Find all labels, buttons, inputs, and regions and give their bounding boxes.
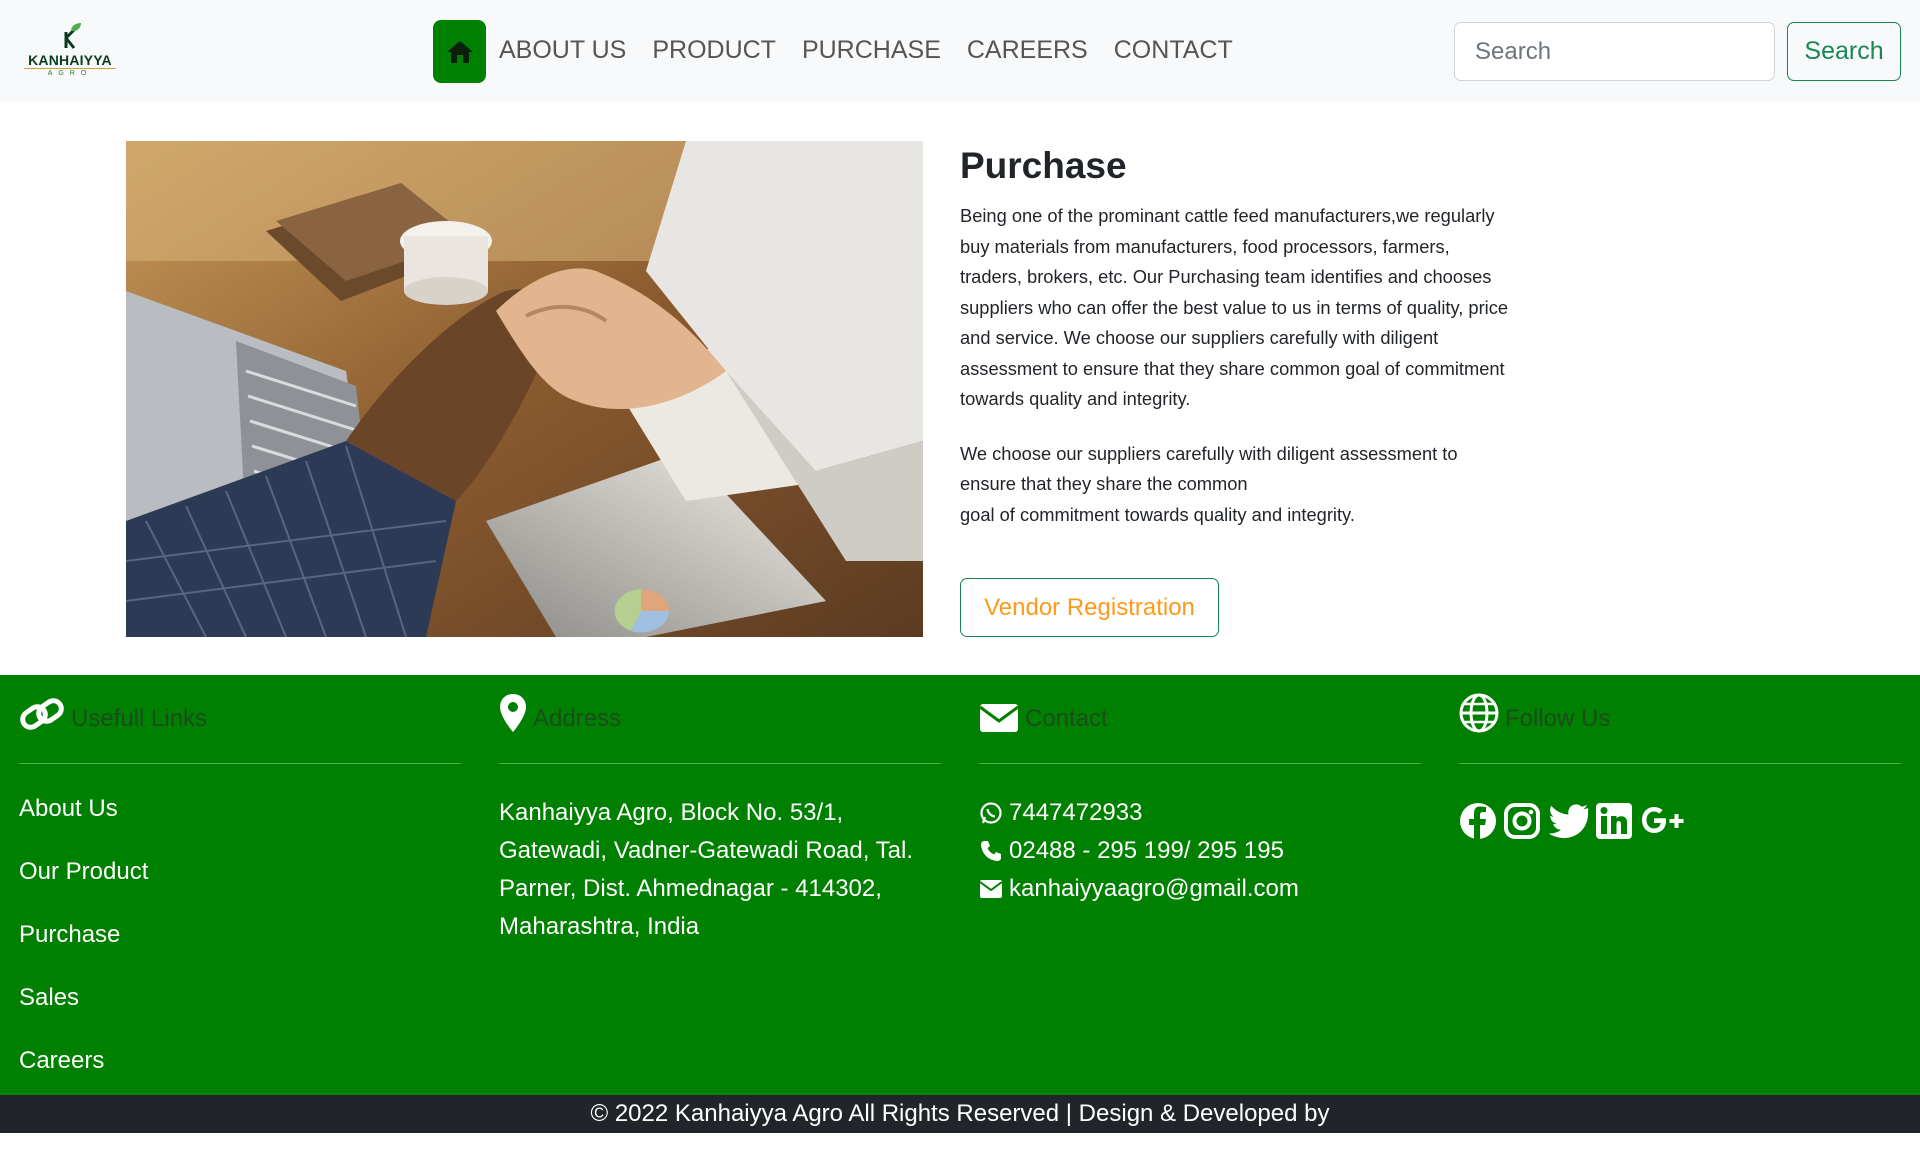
phone-icon: [981, 841, 1001, 861]
footer-contact-column: Contact 7447472933 02488 - 295 199/ 295 …: [979, 689, 1421, 908]
purchase-section: Purchase Being one of the prominant catt…: [960, 141, 1515, 554]
vendor-registration-button[interactable]: Vendor Registration: [960, 578, 1219, 637]
footer-links-column: Usefull Links About Us Our Product Purch…: [19, 689, 461, 1109]
envelope-icon: [979, 704, 1019, 732]
nav-contact[interactable]: CONTACT: [1114, 36, 1233, 65]
nav-purchase[interactable]: PURCHASE: [802, 36, 941, 65]
footer-address-text: Kanhaiyya Agro, Block No. 53/1, Gatewadi…: [499, 799, 914, 940]
google-plus-icon[interactable]: [1639, 803, 1689, 839]
brand-logo[interactable]: KANHAIYYA AGRO: [24, 22, 116, 80]
copyright-bar: © 2022 Kanhaiyya Agro All Rights Reserve…: [0, 1095, 1920, 1133]
facebook-icon[interactable]: [1459, 802, 1497, 840]
footer-link-our-product[interactable]: Our Product: [19, 857, 461, 887]
footer-links-title: Usefull Links: [71, 705, 208, 732]
nav-about-us[interactable]: ABOUT US: [499, 36, 626, 65]
purchase-paragraph-2-line-2: goal of commitment towards quality and i…: [960, 503, 1355, 525]
leaf-logo-icon: [64, 23, 81, 49]
handshake-photo: [126, 141, 923, 637]
footer-link-purchase[interactable]: Purchase: [19, 920, 461, 950]
email-line[interactable]: kanhaiyyaagro@gmail.com: [979, 870, 1421, 908]
divider: [19, 763, 461, 764]
instagram-icon[interactable]: [1503, 802, 1541, 840]
envelope-icon: [979, 880, 1003, 898]
phone-line[interactable]: 02488 - 295 199/ 295 195: [979, 832, 1421, 870]
search-button[interactable]: Search: [1787, 22, 1901, 81]
purchase-paragraph-2-line-1: We choose our suppliers carefully with d…: [960, 442, 1458, 495]
footer-contact-lines: 7447472933 02488 - 295 199/ 295 195 kanh…: [979, 794, 1421, 908]
copyright-text: © 2022 Kanhaiyya Agro All Rights Reserve…: [590, 1100, 1330, 1127]
link-icon: [20, 698, 64, 730]
footer-follow-heading: Follow Us: [1459, 689, 1901, 733]
main-nav: ABOUT US PRODUCT PURCHASE CAREERS CONTAC…: [499, 36, 1233, 65]
footer-address-column: Address Kanhaiyya Agro, Block No. 53/1, …: [499, 689, 941, 946]
phone-number: 02488 - 295 199/ 295 195: [1009, 837, 1284, 864]
purchase-paragraph-2: We choose our suppliers carefully with d…: [960, 439, 1515, 531]
brand-name: KANHAIYYA: [28, 52, 112, 68]
divider: [499, 763, 941, 764]
whatsapp-line[interactable]: 7447472933: [979, 794, 1421, 832]
footer-contact-title: Contact: [1025, 705, 1108, 732]
home-button[interactable]: [433, 20, 486, 83]
footer: Usefull Links About Us Our Product Purch…: [0, 675, 1920, 1095]
brand-sub: AGRO: [24, 68, 116, 77]
linkedin-icon[interactable]: [1595, 802, 1633, 840]
globe-icon: [1459, 693, 1499, 733]
divider: [979, 763, 1421, 764]
whatsapp-icon: [980, 802, 1002, 824]
page-title: Purchase: [960, 145, 1127, 186]
search-input[interactable]: [1454, 22, 1775, 81]
footer-follow-title: Follow Us: [1505, 705, 1611, 732]
divider: [1459, 763, 1901, 764]
whatsapp-number: 7447472933: [1009, 799, 1143, 826]
footer-links-list: About Us Our Product Purchase Sales Care…: [19, 794, 461, 1076]
footer-links-heading: Usefull Links: [19, 689, 461, 733]
nav-product[interactable]: PRODUCT: [652, 36, 776, 65]
navbar: KANHAIYYA AGRO ABOUT US PRODUCT PURCHASE…: [0, 0, 1920, 102]
social-icons: [1459, 802, 1901, 840]
handshake-illustration: [126, 141, 923, 637]
page-bottom-space: [0, 1133, 1920, 1157]
home-icon: [446, 40, 473, 63]
twitter-icon[interactable]: [1547, 803, 1589, 839]
footer-follow-column: Follow Us: [1459, 689, 1901, 840]
map-pin-icon: [500, 694, 526, 732]
footer-address-title: Address: [533, 705, 622, 732]
footer-address-heading: Address: [499, 689, 941, 733]
footer-contact-heading: Contact: [979, 689, 1421, 733]
nav-careers[interactable]: CAREERS: [967, 36, 1088, 65]
email-address: kanhaiyyaagro@gmail.com: [1009, 875, 1299, 902]
purchase-paragraph-1: Being one of the prominant cattle feed m…: [960, 205, 1509, 409]
footer-link-careers[interactable]: Careers: [19, 1046, 461, 1076]
footer-link-about-us[interactable]: About Us: [19, 794, 461, 824]
footer-link-sales[interactable]: Sales: [19, 983, 461, 1013]
